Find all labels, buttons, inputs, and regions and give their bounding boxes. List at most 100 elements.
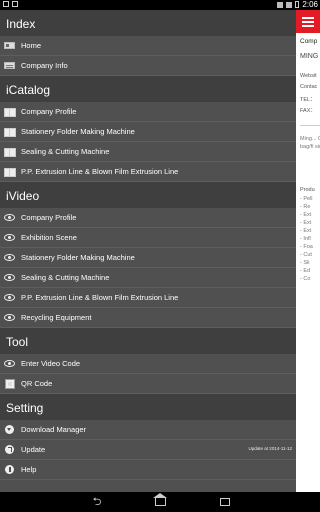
home-icon [4, 42, 15, 50]
drawer-item-tool-qr-code[interactable]: QR Code [0, 374, 296, 394]
drawer-item-label: Company Profile [21, 107, 77, 116]
drawer-item-label: Sealing & Cutting Machine [21, 273, 110, 282]
book-icon [4, 167, 16, 177]
status-icons: 2:06 [277, 0, 318, 9]
home-icon [152, 493, 167, 506]
eye-icon [4, 360, 15, 368]
drawer-item-ivideo-exhibition-scene[interactable]: Exhibition Scene [0, 228, 296, 248]
eye-icon [4, 314, 15, 322]
eye-icon [4, 254, 15, 262]
drawer-item-index-company-info[interactable]: Company Info [0, 56, 296, 76]
drawer-item-icatalog-stationery-folder-making-machine[interactable]: Stationery Folder Making Machine [0, 122, 296, 142]
section-header-index: Index [0, 10, 296, 36]
eye-icon [4, 274, 15, 282]
drawer-item-setting-help[interactable]: Help [0, 460, 296, 480]
hamburger-icon [302, 17, 314, 19]
drawer-item-label: Enter Video Code [21, 359, 81, 368]
products-label: Produ [300, 187, 315, 193]
recent-apps-icon [220, 498, 230, 506]
product-item: - Infl [300, 236, 311, 242]
drawer-item-ivideo-p-p-extrusion-line-and-blown-film-extrusion-line[interactable]: P.P. Extrusion Line & Blown Film Extrusi… [0, 288, 296, 308]
drawer-item-setting-download-manager[interactable]: Download Manager [0, 420, 296, 440]
book-icon-glyph [4, 147, 16, 157]
drawer-item-ivideo-stationery-folder-making-machine[interactable]: Stationery Folder Making Machine [0, 248, 296, 268]
battery-icon [295, 1, 300, 8]
drawer-item-label: Sealing & Cutting Machine [21, 147, 110, 156]
contact-label: Contac [300, 84, 318, 90]
section-header-icatalog: iCatalog [0, 76, 296, 102]
help-icon-glyph [5, 465, 14, 474]
drawer-item-label: Company Info [21, 61, 68, 70]
drawer-item-icatalog-sealing-and-cutting-machine[interactable]: Sealing & Cutting Machine [0, 142, 296, 162]
tel-label: TEL： [300, 97, 316, 103]
back-arrow-icon: ⮌ [92, 496, 102, 508]
book-icon-glyph [4, 167, 16, 177]
drawer-item-ivideo-company-profile[interactable]: Company Profile [0, 208, 296, 228]
company-name: MING [300, 53, 319, 60]
eye-icon [4, 234, 15, 242]
recent-apps-button[interactable] [215, 492, 235, 512]
company-description: Ming... Our p waste bag/fi side s [300, 136, 320, 150]
notification-icon [12, 1, 18, 7]
book-icon-glyph [4, 107, 16, 117]
company-info-icon-glyph [4, 62, 15, 69]
fax-label: FAX： [300, 108, 316, 114]
product-item: - Sli [300, 260, 310, 266]
drawer-item-ivideo-sealing-and-cutting-machine[interactable]: Sealing & Cutting Machine [0, 268, 296, 288]
home-icon-glyph [4, 42, 15, 49]
drawer-item-label: Help [21, 465, 37, 474]
drawer-item-label: Stationery Folder Making Machine [21, 127, 135, 136]
eye-icon [4, 214, 15, 222]
drawer-item-label: Exhibition Scene [21, 233, 77, 242]
notification-icons [3, 1, 18, 7]
section-header-ivideo: iVideo [0, 182, 296, 208]
eye-icon-glyph [4, 274, 15, 281]
product-item: - Re [300, 204, 311, 210]
update-icon-glyph [5, 445, 14, 454]
menu-button[interactable] [296, 10, 320, 33]
download-icon-glyph [5, 425, 14, 434]
company-info-icon [4, 62, 15, 70]
drawer-item-icatalog-company-profile[interactable]: Company Profile [0, 102, 296, 122]
drawer-item-ivideo-recycling-equipment[interactable]: Recycling Equipment [0, 308, 296, 328]
product-item: - Ext [300, 228, 312, 234]
back-button[interactable]: ⮌ [87, 492, 107, 512]
system-nav-bar: ⮌ [0, 492, 320, 512]
product-item: - Ext [300, 220, 312, 226]
eye-icon-glyph [4, 254, 15, 261]
wifi-icon [277, 1, 284, 8]
eye-icon [4, 294, 15, 302]
drawer-item-label: P.P. Extrusion Line & Blown Film Extrusi… [21, 293, 179, 302]
help-icon [4, 465, 15, 474]
drawer-item-label: Download Manager [21, 425, 87, 434]
eye-icon-glyph [4, 314, 15, 321]
book-icon [4, 107, 16, 117]
status-bar: 2:06 [0, 0, 320, 10]
eye-icon-glyph [4, 214, 15, 221]
signal-icon [286, 1, 293, 8]
drawer-item-label: QR Code [21, 379, 53, 388]
drawer-item-label: Home [21, 41, 42, 50]
clock: 2:06 [302, 0, 318, 9]
product-item: - Co [300, 276, 311, 282]
home-button[interactable] [150, 492, 170, 512]
drawer-item-label: Stationery Folder Making Machine [21, 253, 135, 262]
product-item: - Ed [300, 268, 311, 274]
book-icon-glyph [4, 127, 16, 137]
drawer-item-setting-update[interactable]: Update Update at 2014-11-12 [0, 440, 296, 460]
product-item: - Cut [300, 252, 312, 258]
divider [300, 125, 320, 126]
download-icon [4, 425, 15, 434]
eye-icon-glyph [4, 360, 15, 367]
navigation-drawer: Index Home Company Info iCatalog Company Pro… [0, 10, 296, 492]
drawer-item-label: Recycling Equipment [21, 313, 92, 322]
product-item: - Ext [300, 212, 312, 218]
drawer-item-icatalog-p-p-extrusion-line-and-blown-film-extrusion-line[interactable]: P.P. Extrusion Line & Blown Film Extrusi… [0, 162, 296, 182]
update-timestamp: Update at 2014-11-12 [248, 446, 292, 451]
drawer-item-label: P.P. Extrusion Line & Blown Film Extrusi… [21, 167, 179, 176]
eye-icon-glyph [4, 294, 15, 301]
drawer-item-index-home[interactable]: Home [0, 36, 296, 56]
book-icon [4, 147, 16, 157]
drawer-item-tool-enter-video-code[interactable]: Enter Video Code [0, 354, 296, 374]
qr-code-icon [4, 378, 15, 389]
